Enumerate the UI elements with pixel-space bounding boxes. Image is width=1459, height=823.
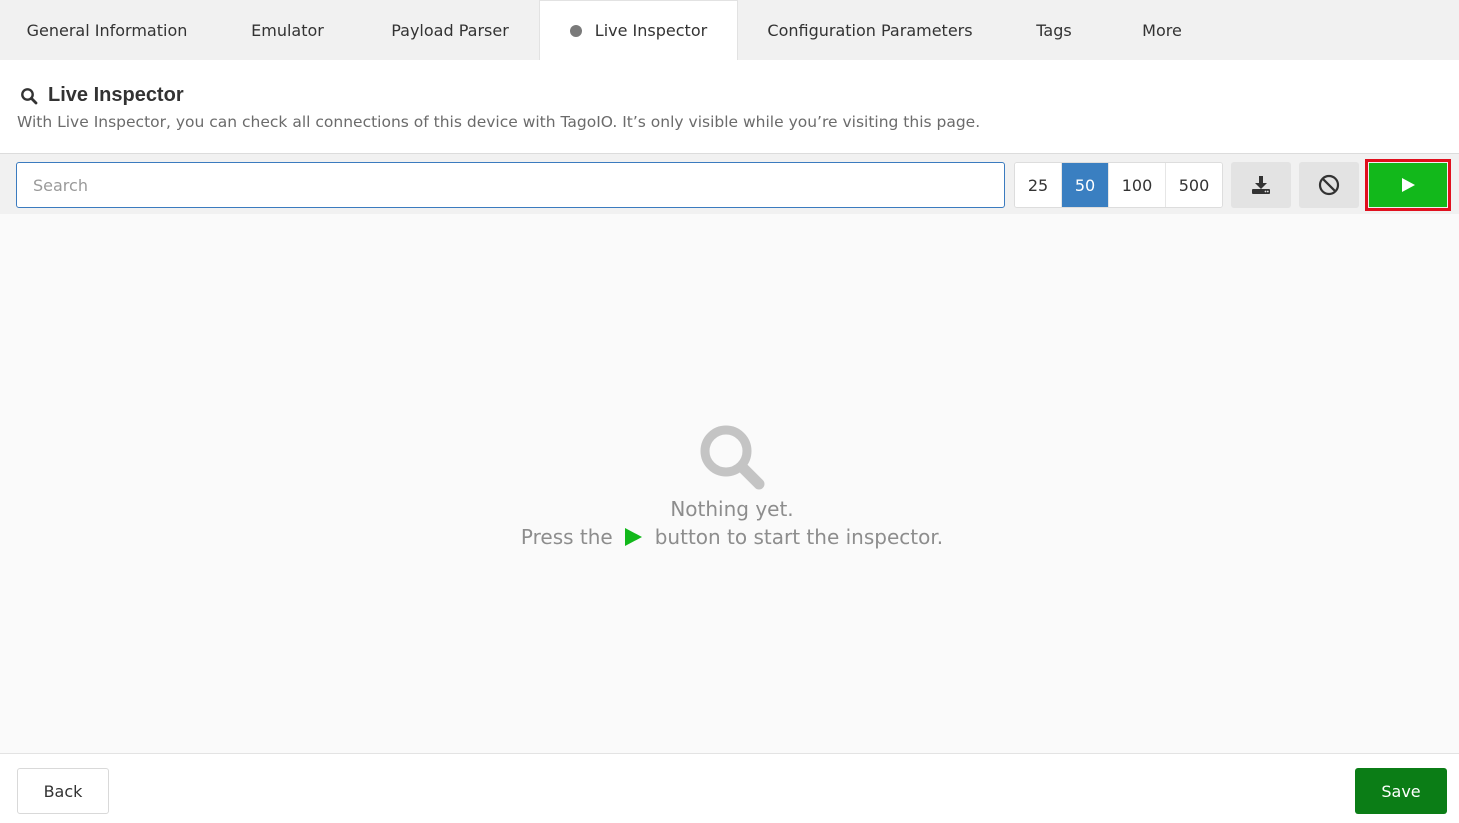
download-button[interactable] bbox=[1231, 162, 1291, 208]
tab-label: Live Inspector bbox=[594, 21, 708, 40]
tab-label: Emulator bbox=[251, 20, 324, 40]
save-button[interactable]: Save bbox=[1355, 768, 1447, 814]
tab-payload-parser[interactable]: Payload Parser bbox=[361, 0, 539, 60]
section-header: Live Inspector With Live Inspector, you … bbox=[0, 60, 1459, 154]
page-title: Live Inspector bbox=[48, 84, 184, 106]
empty-state-title: Nothing yet. bbox=[670, 497, 794, 521]
tab-configuration-parameters[interactable]: Configuration Parameters bbox=[738, 0, 1002, 60]
footer-actions: Back Save bbox=[0, 754, 1459, 823]
ban-icon bbox=[1318, 174, 1340, 196]
empty-state-hint-before: Press the bbox=[520, 525, 613, 549]
empty-state-hint: Press the button to start the inspector. bbox=[0, 525, 1459, 549]
back-button[interactable]: Back bbox=[17, 768, 109, 814]
empty-state-hint-after: button to start the inspector. bbox=[654, 525, 944, 549]
title-row: Live Inspector bbox=[20, 84, 184, 107]
page-size-500[interactable]: 500 bbox=[1166, 163, 1222, 207]
tab-label: More bbox=[1142, 20, 1182, 40]
page-size-25[interactable]: 25 bbox=[1015, 163, 1062, 207]
page-size-100[interactable]: 100 bbox=[1109, 163, 1166, 207]
start-inspector-button[interactable] bbox=[1369, 163, 1447, 207]
play-icon bbox=[1402, 178, 1415, 192]
tab-live-inspector[interactable]: Live Inspector bbox=[539, 0, 738, 60]
tab-tags[interactable]: Tags bbox=[1002, 0, 1106, 60]
clear-button[interactable] bbox=[1299, 162, 1359, 208]
tab-label: General Information bbox=[26, 20, 188, 40]
page-subtitle: With Live Inspector, you can check all c… bbox=[17, 113, 981, 131]
inspector-log-area: Nothing yet. Press the button to start t… bbox=[0, 214, 1459, 754]
tab-emulator[interactable]: Emulator bbox=[214, 0, 361, 60]
search-input[interactable] bbox=[16, 162, 1005, 208]
tab-bar: General Information Emulator Payload Par… bbox=[0, 0, 1459, 60]
tab-label: Configuration Parameters bbox=[767, 20, 973, 40]
page-size-selector: 25 50 100 500 bbox=[1014, 162, 1223, 208]
search-icon bbox=[21, 87, 38, 104]
status-dot-icon bbox=[569, 24, 582, 37]
tab-label: Tags bbox=[1036, 20, 1072, 40]
tab-general-information[interactable]: General Information bbox=[0, 0, 214, 60]
tab-more[interactable]: More bbox=[1106, 0, 1218, 60]
search-icon bbox=[700, 425, 765, 490]
page-size-50[interactable]: 50 bbox=[1062, 163, 1109, 207]
play-icon bbox=[624, 528, 642, 546]
inspector-toolbar: 25 50 100 500 bbox=[0, 153, 1459, 214]
download-icon bbox=[1252, 176, 1270, 194]
tab-label: Payload Parser bbox=[391, 20, 509, 40]
